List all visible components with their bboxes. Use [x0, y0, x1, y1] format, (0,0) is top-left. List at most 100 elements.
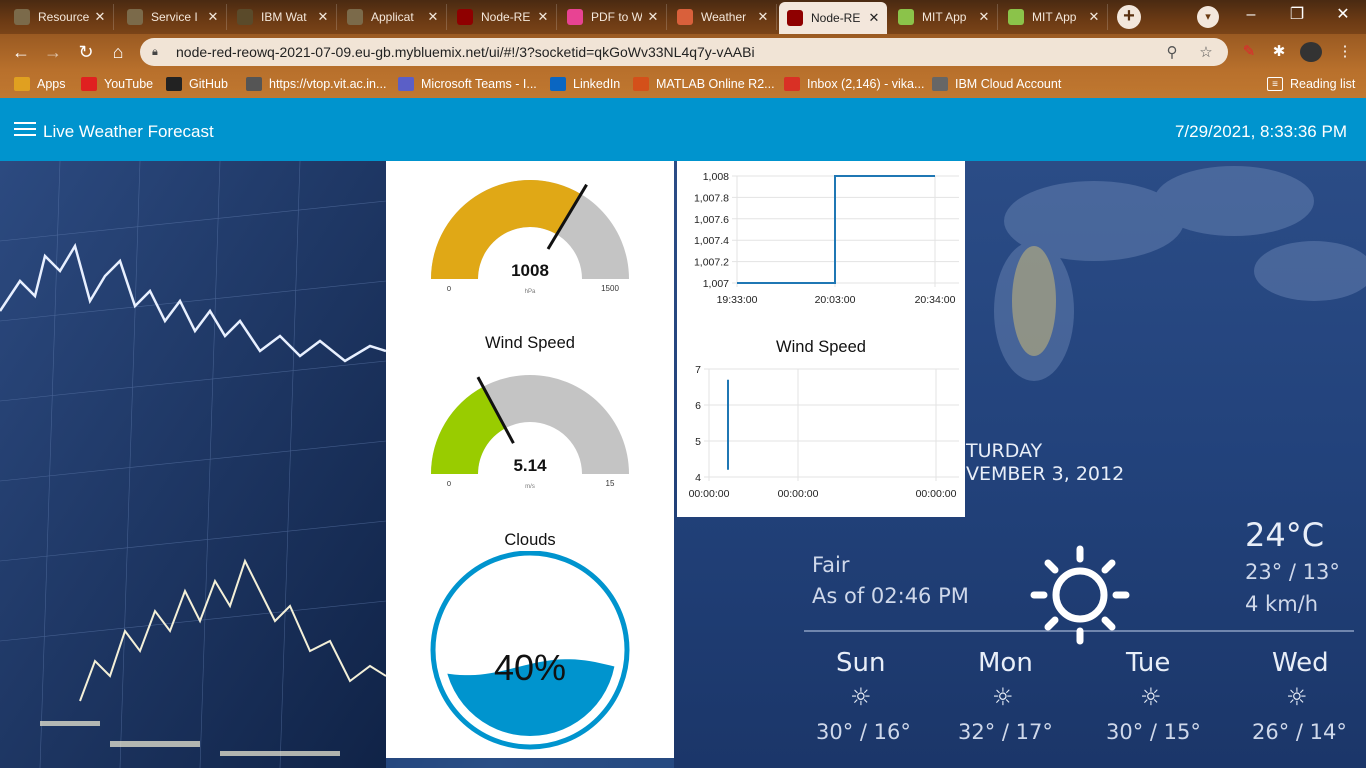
zoom-icon[interactable]: ⚲	[1162, 43, 1182, 61]
tab-close-icon[interactable]: ✕	[316, 9, 330, 25]
minimize-button[interactable]: –	[1228, 0, 1274, 30]
bookmark-item[interactable]: LinkedIn	[550, 74, 620, 94]
tab-search-icon[interactable]: ▾	[1197, 6, 1219, 28]
browser-tab[interactable]: IBM Wat ✕	[229, 4, 337, 30]
puzzle-extensions-icon[interactable]: ✱	[1268, 42, 1290, 62]
tab-close-icon[interactable]: ✕	[756, 9, 770, 25]
bookmarks-bar: Apps YouTube GitHub https://vtop.vit.ac.in.…	[0, 70, 1366, 98]
hamburger-menu-icon[interactable]	[14, 118, 36, 140]
tab-title: IBM Wat	[261, 10, 307, 24]
tab-close-icon[interactable]: ✕	[426, 9, 440, 25]
mit-app-inventor-icon	[1008, 9, 1024, 25]
dashboard-toolbar: Live Weather Forecast 7/29/2021, 8:33:36…	[0, 98, 1366, 161]
vtop-icon	[246, 77, 262, 91]
tab-title: Applicat	[371, 10, 414, 24]
charts-card: 1,007 1,007.2 1,007.4 1,007.6 1,007.8 1,008 19…	[677, 161, 965, 517]
wind-speed-gauge: 5.14 m/s 0 15	[431, 375, 629, 490]
y-tick-label: 5	[695, 436, 701, 448]
bookmark-item[interactable]: GitHub	[166, 74, 228, 94]
extension-icon[interactable]: ✎	[1238, 42, 1260, 62]
dashboard-title: Live Weather Forecast	[43, 122, 214, 141]
pdf-converter-icon	[567, 9, 583, 25]
browser-tab[interactable]: Applicat ✕	[339, 4, 447, 30]
bookmark-item[interactable]: https://vtop.vit.ac.in...	[246, 74, 386, 94]
background-stock-chart-image	[0, 161, 386, 768]
tab-title: MIT App	[1032, 10, 1077, 24]
pressure-gauge-min: 0	[447, 284, 451, 293]
close-window-button[interactable]: ✕	[1320, 0, 1366, 30]
tab-title: Resource	[38, 10, 89, 24]
browser-tab[interactable]: Weather ✕	[669, 4, 777, 30]
y-tick-label: 1,008	[703, 171, 729, 183]
tab-close-icon[interactable]: ✕	[206, 9, 220, 25]
more-menu-icon[interactable]: ⋮	[1334, 42, 1356, 62]
bookmark-item[interactable]: YouTube	[81, 74, 153, 94]
bg-forecast-temps: 30° / 16°	[816, 720, 911, 744]
url-text[interactable]: node-red-reowq-2021-07-09.eu-gb.mybluemi…	[176, 44, 1148, 60]
tab-close-icon[interactable]: ✕	[646, 9, 660, 25]
wind-gauge-value: 5.14	[513, 456, 547, 475]
address-bar[interactable]: 🔒︎ node-red-reowq-2021-07-09.eu-gb.myblu…	[140, 38, 1228, 66]
pressure-gauge: 1008 hPa 0 1500	[431, 179, 629, 295]
browser-tab[interactable]: Node-RE ✕	[449, 4, 557, 30]
forward-icon[interactable]: →	[40, 39, 66, 65]
bg-forecast-day: Wed	[1272, 648, 1329, 678]
bookmark-label: IBM Cloud Account	[955, 77, 1062, 91]
x-tick-label: 20:03:00	[815, 294, 856, 306]
back-icon[interactable]: ←	[8, 39, 34, 65]
wind-speed-line-chart: 4 5 6 7 00:00:00 00:00:00 00:00:00	[689, 364, 959, 500]
node-red-icon	[787, 10, 803, 26]
watson-icon	[237, 9, 253, 25]
y-tick-label: 1,007.4	[694, 235, 729, 247]
profile-avatar[interactable]	[1300, 42, 1322, 62]
reading-list-button[interactable]: ≡ Reading list	[1267, 74, 1355, 94]
reload-icon[interactable]: ↻	[73, 39, 99, 65]
bookmark-label: Microsoft Teams - I...	[421, 77, 537, 91]
bookmark-item[interactable]: MATLAB Online R2...	[633, 74, 775, 94]
tab-close-icon[interactable]: ✕	[536, 9, 550, 25]
reading-list-icon: ≡	[1267, 77, 1283, 91]
pressure-gauge-max: 1500	[601, 284, 619, 293]
github-icon	[166, 77, 182, 91]
dashboard-page: TURDAY VEMBER 3, 2012 24°C Fair As of 02…	[0, 98, 1366, 768]
weather-icon	[677, 9, 693, 25]
tab-title: Node-RE	[811, 11, 861, 25]
browser-tab[interactable]: Node-RE ✕	[779, 2, 887, 34]
wind-gauge-min: 0	[447, 479, 451, 488]
bookmark-star-icon[interactable]: ☆	[1196, 43, 1216, 61]
browser-tab[interactable]: MIT App ✕	[890, 4, 998, 30]
bg-forecast-temps: 32° / 17°	[958, 720, 1053, 744]
bookmark-item[interactable]: Inbox (2,146) - vika...	[784, 74, 924, 94]
bookmark-item[interactable]: Microsoft Teams - I...	[398, 74, 537, 94]
tab-close-icon[interactable]: ✕	[93, 9, 107, 25]
bookmark-label: MATLAB Online R2...	[656, 77, 775, 91]
browser-tab-strip: Resource ✕ Service I ✕ IBM Wat ✕ Applicat ✕ Node…	[0, 0, 1366, 34]
tab-close-icon[interactable]: ✕	[867, 10, 881, 26]
new-tab-button[interactable]: +	[1117, 5, 1141, 29]
bg-condition-text: Fair	[812, 553, 850, 577]
bookmark-label: https://vtop.vit.ac.in...	[269, 77, 387, 91]
bookmark-label: Inbox (2,146) - vika...	[807, 77, 925, 91]
bg-date-text: VEMBER 3, 2012	[966, 463, 1125, 485]
bg-wind-text: 4 km/h	[1245, 592, 1319, 616]
browser-tab[interactable]: MIT App ✕	[1000, 4, 1108, 30]
tab-title: Weather	[701, 10, 747, 24]
gmail-icon	[784, 77, 800, 91]
home-icon[interactable]: ⌂	[105, 39, 131, 65]
browser-tab[interactable]: PDF to W ✕	[559, 4, 667, 30]
lock-icon[interactable]: 🔒︎	[152, 46, 166, 59]
tab-close-icon[interactable]: ✕	[1087, 9, 1101, 25]
restore-button[interactable]: ❐	[1274, 0, 1320, 30]
bookmark-label: GitHub	[189, 77, 228, 91]
y-tick-label: 4	[695, 472, 701, 484]
tab-close-icon[interactable]: ✕	[977, 9, 991, 25]
bookmark-item[interactable]: Apps	[14, 74, 66, 94]
tab-title: PDF to W	[591, 10, 642, 24]
tab-title: Node-RE	[481, 10, 531, 24]
browser-tab[interactable]: Service I ✕	[119, 4, 227, 30]
bookmark-item[interactable]: IBM Cloud Account	[932, 74, 1061, 94]
browser-tab[interactable]: Resource ✕	[6, 4, 114, 30]
bg-forecast-day: Mon	[978, 648, 1033, 678]
wind-speed-gauge-title: Wind Speed	[485, 334, 575, 352]
bookmark-label: YouTube	[104, 77, 154, 91]
